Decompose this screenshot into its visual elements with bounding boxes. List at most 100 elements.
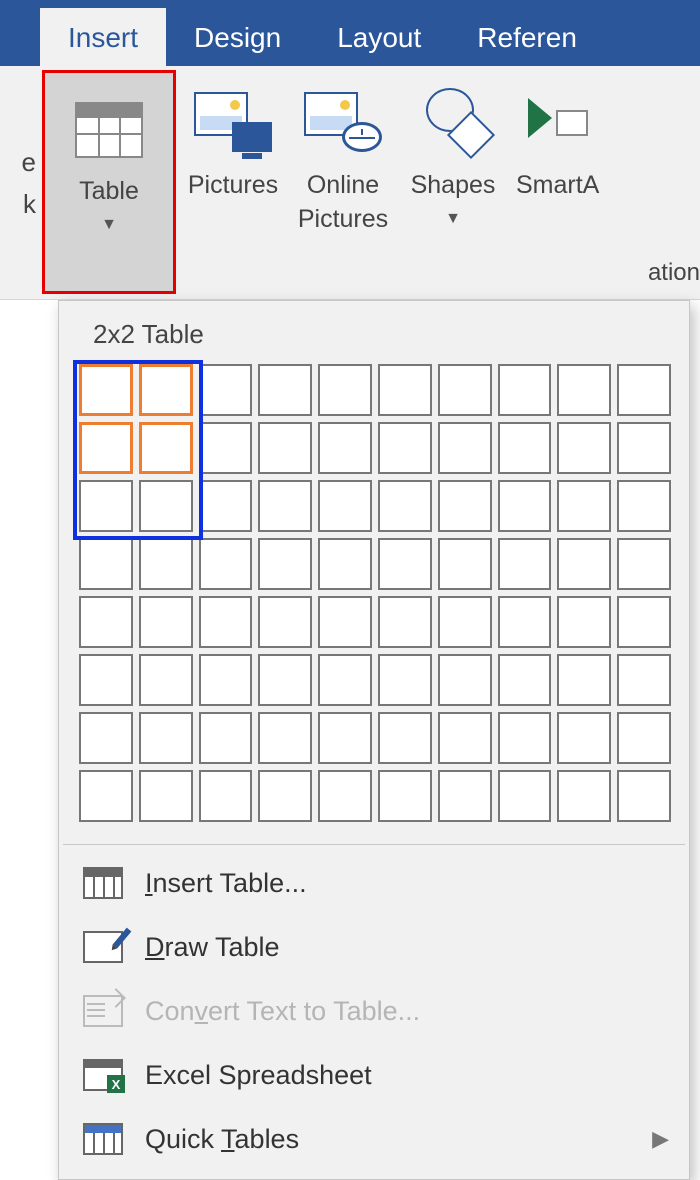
submenu-arrow-icon: ▶ bbox=[652, 1126, 669, 1152]
grid-cell[interactable] bbox=[199, 654, 253, 706]
grid-cell[interactable] bbox=[318, 538, 372, 590]
grid-cell[interactable] bbox=[617, 770, 671, 822]
shapes-button[interactable]: Shapes ▼ bbox=[398, 66, 508, 299]
grid-cell[interactable] bbox=[258, 596, 312, 648]
tab-design[interactable]: Design bbox=[166, 8, 309, 66]
grid-cell[interactable] bbox=[498, 480, 552, 532]
grid-cell[interactable] bbox=[139, 480, 193, 532]
grid-cell[interactable] bbox=[199, 596, 253, 648]
grid-cell[interactable] bbox=[617, 364, 671, 416]
grid-cell[interactable] bbox=[557, 712, 611, 764]
grid-cell[interactable] bbox=[258, 422, 312, 474]
left-cut-command: e k bbox=[0, 66, 40, 299]
grid-cell[interactable] bbox=[378, 422, 432, 474]
grid-cell[interactable] bbox=[79, 596, 133, 648]
tab-layout[interactable]: Layout bbox=[309, 8, 449, 66]
grid-cell[interactable] bbox=[498, 422, 552, 474]
grid-cell[interactable] bbox=[617, 422, 671, 474]
table-grid-picker[interactable] bbox=[59, 364, 689, 838]
grid-cell[interactable] bbox=[557, 364, 611, 416]
grid-cell[interactable] bbox=[617, 538, 671, 590]
grid-cell[interactable] bbox=[498, 364, 552, 416]
grid-cell[interactable] bbox=[79, 364, 133, 416]
grid-cell[interactable] bbox=[79, 538, 133, 590]
grid-cell[interactable] bbox=[498, 596, 552, 648]
grid-cell[interactable] bbox=[498, 770, 552, 822]
menu-quick-tables[interactable]: Quick Tables ▶ bbox=[59, 1107, 689, 1171]
grid-cell[interactable] bbox=[318, 364, 372, 416]
grid-cell[interactable] bbox=[498, 654, 552, 706]
grid-cell[interactable] bbox=[199, 712, 253, 764]
grid-cell[interactable] bbox=[498, 712, 552, 764]
table-icon bbox=[75, 102, 143, 158]
online-pictures-button[interactable]: Online Pictures bbox=[288, 66, 398, 299]
tab-references[interactable]: Referen bbox=[449, 8, 605, 66]
grid-cell[interactable] bbox=[139, 712, 193, 764]
grid-cell[interactable] bbox=[378, 712, 432, 764]
grid-cell[interactable] bbox=[79, 480, 133, 532]
grid-cell[interactable] bbox=[617, 654, 671, 706]
grid-cell[interactable] bbox=[79, 654, 133, 706]
menu-excel-spreadsheet[interactable]: X Excel Spreadsheet bbox=[59, 1043, 689, 1107]
grid-cell[interactable] bbox=[79, 422, 133, 474]
smartart-button[interactable]: SmartA bbox=[508, 66, 599, 299]
grid-cell[interactable] bbox=[438, 538, 492, 590]
grid-cell[interactable] bbox=[199, 422, 253, 474]
grid-cell[interactable] bbox=[79, 770, 133, 822]
grid-cell[interactable] bbox=[438, 596, 492, 648]
grid-cell[interactable] bbox=[378, 770, 432, 822]
grid-cell[interactable] bbox=[557, 538, 611, 590]
grid-cell[interactable] bbox=[258, 364, 312, 416]
grid-cell[interactable] bbox=[438, 712, 492, 764]
grid-cell[interactable] bbox=[139, 770, 193, 822]
right-cut-label: ation bbox=[648, 259, 700, 287]
grid-cell[interactable] bbox=[199, 364, 253, 416]
grid-cell[interactable] bbox=[617, 480, 671, 532]
grid-cell[interactable] bbox=[258, 712, 312, 764]
grid-cell[interactable] bbox=[258, 654, 312, 706]
grid-cell[interactable] bbox=[438, 654, 492, 706]
grid-cell[interactable] bbox=[318, 712, 372, 764]
grid-cell[interactable] bbox=[318, 770, 372, 822]
grid-cell[interactable] bbox=[617, 596, 671, 648]
grid-cell[interactable] bbox=[258, 770, 312, 822]
table-dropdown: 2x2 Table Insert Table... Draw Table Con… bbox=[58, 300, 690, 1180]
grid-cell[interactable] bbox=[498, 538, 552, 590]
grid-cell[interactable] bbox=[438, 364, 492, 416]
grid-cell[interactable] bbox=[378, 654, 432, 706]
grid-cell[interactable] bbox=[557, 422, 611, 474]
grid-cell[interactable] bbox=[438, 770, 492, 822]
grid-cell[interactable] bbox=[139, 422, 193, 474]
grid-cell[interactable] bbox=[318, 596, 372, 648]
grid-cell[interactable] bbox=[79, 712, 133, 764]
grid-cell[interactable] bbox=[139, 654, 193, 706]
tab-insert[interactable]: Insert bbox=[40, 8, 166, 66]
grid-cell[interactable] bbox=[318, 654, 372, 706]
grid-cell[interactable] bbox=[139, 596, 193, 648]
grid-cell[interactable] bbox=[438, 480, 492, 532]
grid-cell[interactable] bbox=[378, 364, 432, 416]
grid-cell[interactable] bbox=[199, 480, 253, 532]
grid-cell[interactable] bbox=[318, 422, 372, 474]
table-button[interactable]: Table ▼ bbox=[44, 72, 174, 292]
grid-cell[interactable] bbox=[557, 596, 611, 648]
grid-cell[interactable] bbox=[438, 422, 492, 474]
grid-cell[interactable] bbox=[139, 538, 193, 590]
grid-cell[interactable] bbox=[557, 770, 611, 822]
grid-cell[interactable] bbox=[199, 538, 253, 590]
grid-cell[interactable] bbox=[557, 480, 611, 532]
grid-cell[interactable] bbox=[258, 538, 312, 590]
menu-draw-table[interactable]: Draw Table bbox=[59, 915, 689, 979]
grid-cell[interactable] bbox=[258, 480, 312, 532]
grid-cell[interactable] bbox=[378, 538, 432, 590]
pictures-button[interactable]: Pictures bbox=[178, 66, 288, 299]
grid-cell[interactable] bbox=[557, 654, 611, 706]
grid-cell[interactable] bbox=[378, 480, 432, 532]
excel-icon: X bbox=[83, 1059, 123, 1091]
grid-cell[interactable] bbox=[139, 364, 193, 416]
grid-cell[interactable] bbox=[199, 770, 253, 822]
grid-cell[interactable] bbox=[378, 596, 432, 648]
menu-insert-table[interactable]: Insert Table... bbox=[59, 851, 689, 915]
grid-cell[interactable] bbox=[318, 480, 372, 532]
grid-cell[interactable] bbox=[617, 712, 671, 764]
